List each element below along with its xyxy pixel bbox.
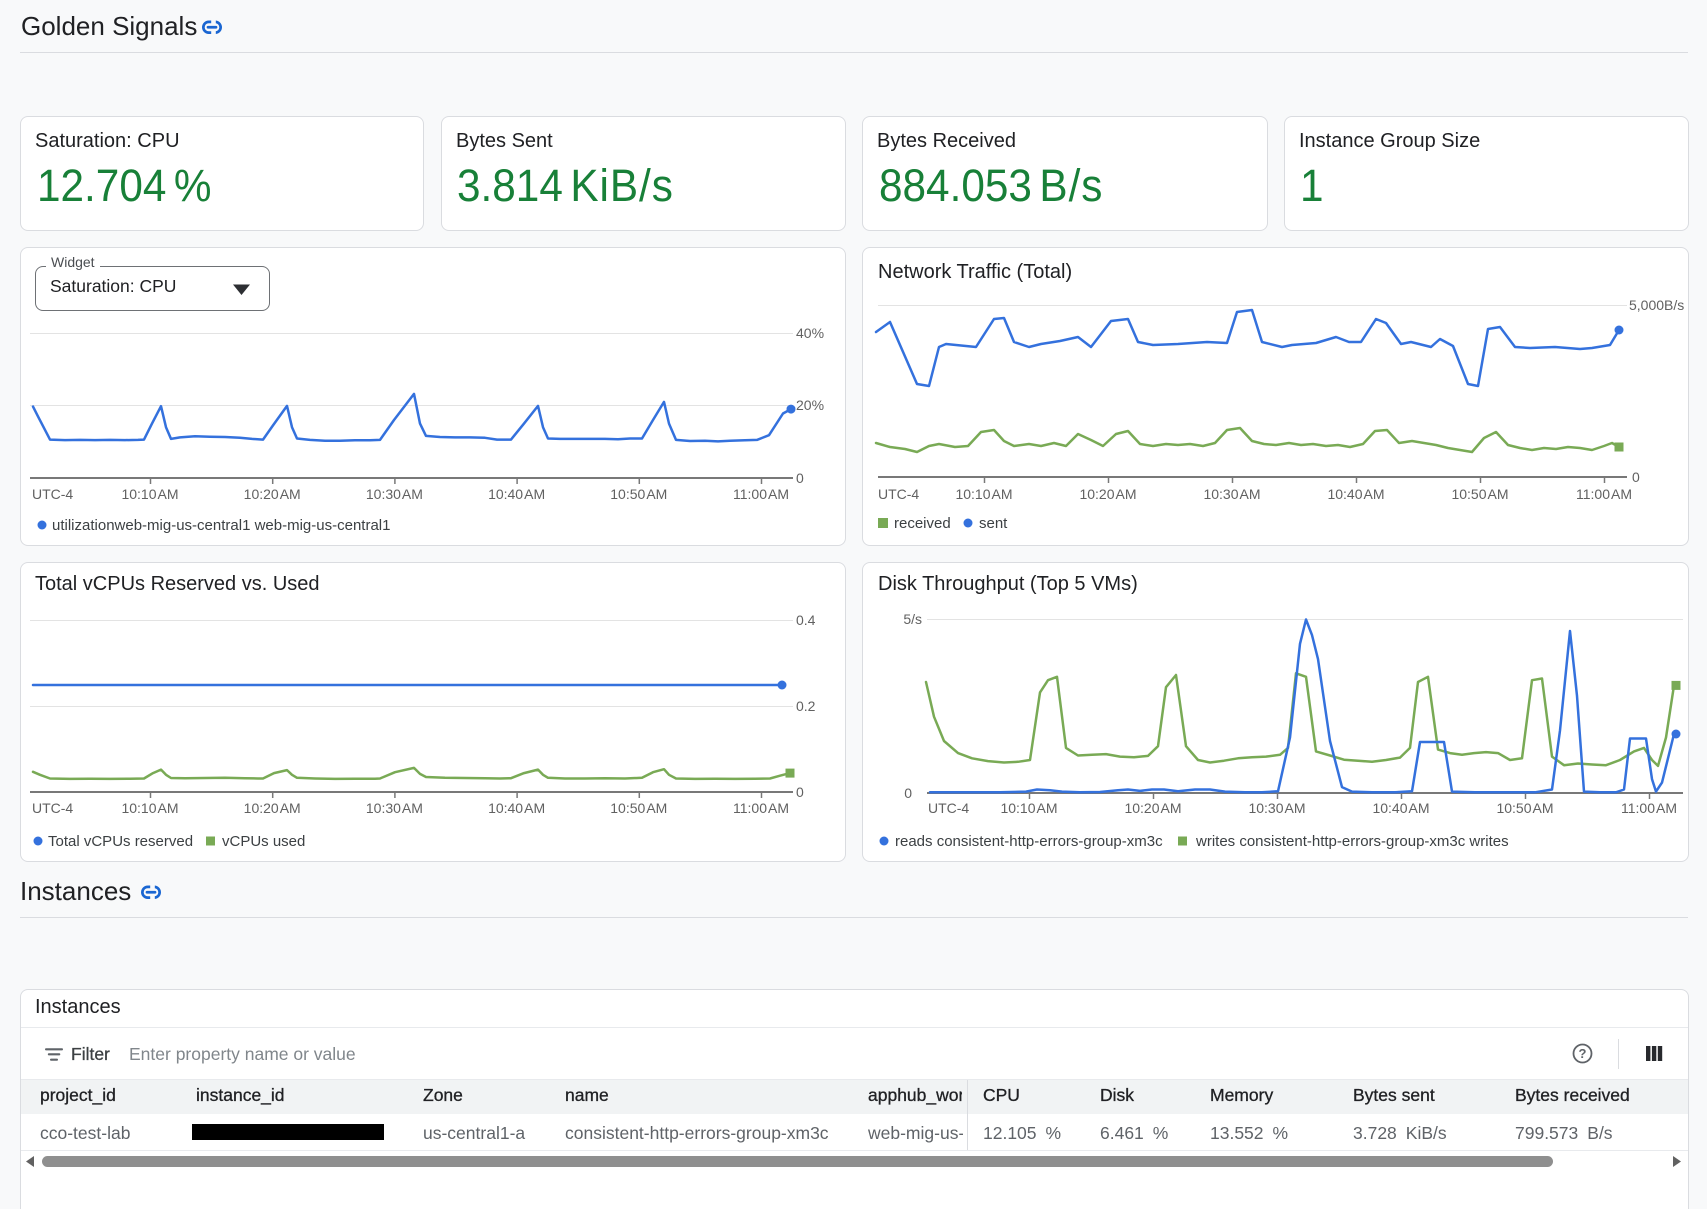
svg-text:10:40AM: 10:40AM [488, 800, 545, 816]
svg-text:10:20AM: 10:20AM [1079, 486, 1136, 502]
svg-text:10:10AM: 10:10AM [121, 486, 178, 502]
svg-text:sent: sent [979, 515, 1008, 532]
svg-text:UTC-4: UTC-4 [32, 486, 73, 502]
svg-text:11:00AM: 11:00AM [1576, 486, 1632, 502]
svg-text:5/s: 5/s [903, 611, 922, 627]
svg-text:11:00AM: 11:00AM [733, 800, 789, 816]
svg-text:Total vCPUs reserved: Total vCPUs reserved [48, 833, 193, 850]
svg-text:UTC-4: UTC-4 [878, 486, 919, 502]
svg-text:10:40AM: 10:40AM [488, 486, 545, 502]
svg-text:10:40AM: 10:40AM [1372, 800, 1429, 816]
svg-text:10:50AM: 10:50AM [610, 486, 667, 502]
svg-text:utilizationweb-mig-us-central1: utilizationweb-mig-us-central1 web-mig-u… [52, 517, 390, 534]
svg-text:10:10AM: 10:10AM [121, 800, 178, 816]
svg-text:10:20AM: 10:20AM [1124, 800, 1181, 816]
svg-text:0: 0 [1632, 469, 1640, 485]
svg-text:0: 0 [796, 470, 804, 486]
svg-text:10:50AM: 10:50AM [1451, 486, 1508, 502]
svg-text:10:30AM: 10:30AM [366, 486, 423, 502]
svg-text:0: 0 [796, 784, 804, 800]
svg-text:10:30AM: 10:30AM [1203, 486, 1260, 502]
svg-text:11:00AM: 11:00AM [1621, 800, 1677, 816]
svg-text:UTC-4: UTC-4 [928, 800, 969, 816]
svg-text:10:10AM: 10:10AM [1000, 800, 1057, 816]
svg-text:5,000B/s: 5,000B/s [1629, 297, 1684, 313]
svg-text:10:20AM: 10:20AM [244, 486, 301, 502]
svg-text:10:50AM: 10:50AM [610, 800, 667, 816]
svg-text:0.2: 0.2 [796, 698, 816, 714]
svg-text:11:00AM: 11:00AM [733, 486, 789, 502]
svg-text:writes consistent-http-errors-: writes consistent-http-errors-group-xm3c… [1195, 833, 1509, 850]
svg-text:40%: 40% [796, 325, 824, 341]
svg-text:10:30AM: 10:30AM [366, 800, 423, 816]
svg-text:UTC-4: UTC-4 [32, 800, 73, 816]
svg-text:?: ? [1579, 1046, 1587, 1061]
svg-text:received: received [894, 515, 951, 532]
svg-text:10:40AM: 10:40AM [1327, 486, 1384, 502]
svg-text:vCPUs used: vCPUs used [222, 833, 305, 850]
svg-text:10:20AM: 10:20AM [244, 800, 301, 816]
svg-text:10:10AM: 10:10AM [955, 486, 1012, 502]
svg-text:0.4: 0.4 [796, 612, 816, 628]
svg-text:reads consistent-http-errors-g: reads consistent-http-errors-group-xm3c [895, 833, 1163, 850]
svg-text:20%: 20% [796, 397, 824, 413]
svg-text:0: 0 [904, 785, 912, 801]
svg-text:10:50AM: 10:50AM [1496, 800, 1553, 816]
svg-text:10:30AM: 10:30AM [1248, 800, 1305, 816]
